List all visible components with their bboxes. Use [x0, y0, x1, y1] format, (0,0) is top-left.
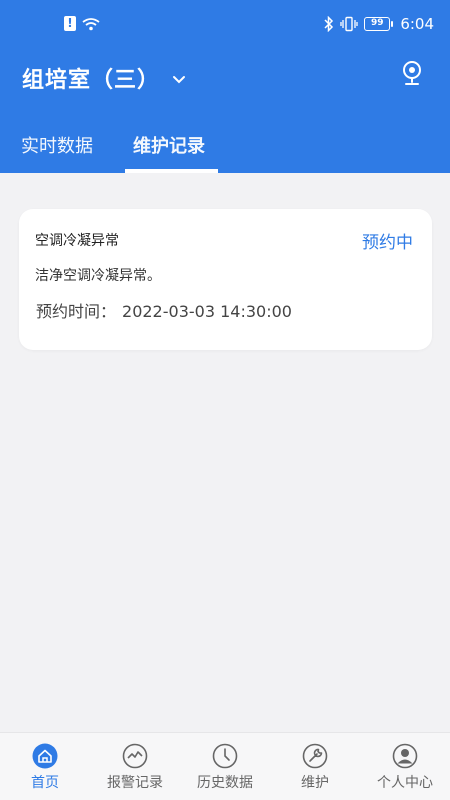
- nav-label-maintenance: 维护: [301, 775, 329, 791]
- app-header: ! 99 6:04 组培室（三） 实时数据 维护记录: [0, 0, 450, 173]
- nav-label-history-data: 历史数据: [197, 775, 253, 791]
- status-time: 6:04: [400, 15, 434, 33]
- nav-item-maintenance[interactable]: 维护: [270, 743, 360, 792]
- wrench-icon: [302, 743, 328, 769]
- battery-icon: 99: [364, 17, 394, 31]
- wifi-icon: [82, 17, 100, 30]
- nav-item-profile[interactable]: 个人中心: [360, 743, 450, 792]
- record-title: 空调冷凝异常: [35, 233, 119, 249]
- user-icon: [392, 743, 418, 769]
- record-description: 洁净空调冷凝异常。: [35, 268, 161, 284]
- home-icon: [32, 743, 58, 769]
- chevron-down-icon: [173, 76, 186, 84]
- tab-realtime-data[interactable]: 实时数据: [21, 132, 93, 158]
- appointment-time-label: 预约时间：: [36, 302, 117, 321]
- status-bar: ! 99 6:04: [0, 0, 450, 52]
- tab-bar: 实时数据 维护记录: [0, 124, 450, 173]
- maintenance-record-card[interactable]: 空调冷凝异常 预约中 洁净空调冷凝异常。 预约时间： 2022-03-03 14:…: [19, 209, 432, 350]
- nav-item-history-data[interactable]: 历史数据: [180, 743, 270, 792]
- nav-label-alarm-records: 报警记录: [107, 775, 163, 791]
- nav-label-profile: 个人中心: [377, 775, 433, 791]
- appointment-time-value: 2022-03-03 14:30:00: [122, 302, 292, 321]
- nav-item-home[interactable]: 首页: [0, 743, 90, 792]
- record-appointment-time: 预约时间： 2022-03-03 14:30:00: [36, 298, 292, 322]
- active-tab-indicator: [125, 169, 218, 173]
- alarm-chart-icon: [122, 743, 148, 769]
- vibrate-icon: [340, 16, 358, 32]
- page-title: 组培室（三）: [22, 68, 161, 93]
- clock-icon: [212, 743, 238, 769]
- nav-label-home: 首页: [31, 775, 59, 791]
- notification-alert-icon: !: [64, 16, 76, 31]
- record-status-badge: 预约中: [362, 233, 413, 253]
- nav-item-alarm-records[interactable]: 报警记录: [90, 743, 180, 792]
- bluetooth-icon: [324, 16, 334, 32]
- bottom-navigation: 首页 报警记录 历史数据 维护 个人中心: [0, 732, 450, 800]
- tab-maintenance-records[interactable]: 维护记录: [133, 132, 205, 158]
- camera-icon[interactable]: [400, 60, 424, 88]
- location-selector[interactable]: 组培室（三）: [22, 62, 186, 94]
